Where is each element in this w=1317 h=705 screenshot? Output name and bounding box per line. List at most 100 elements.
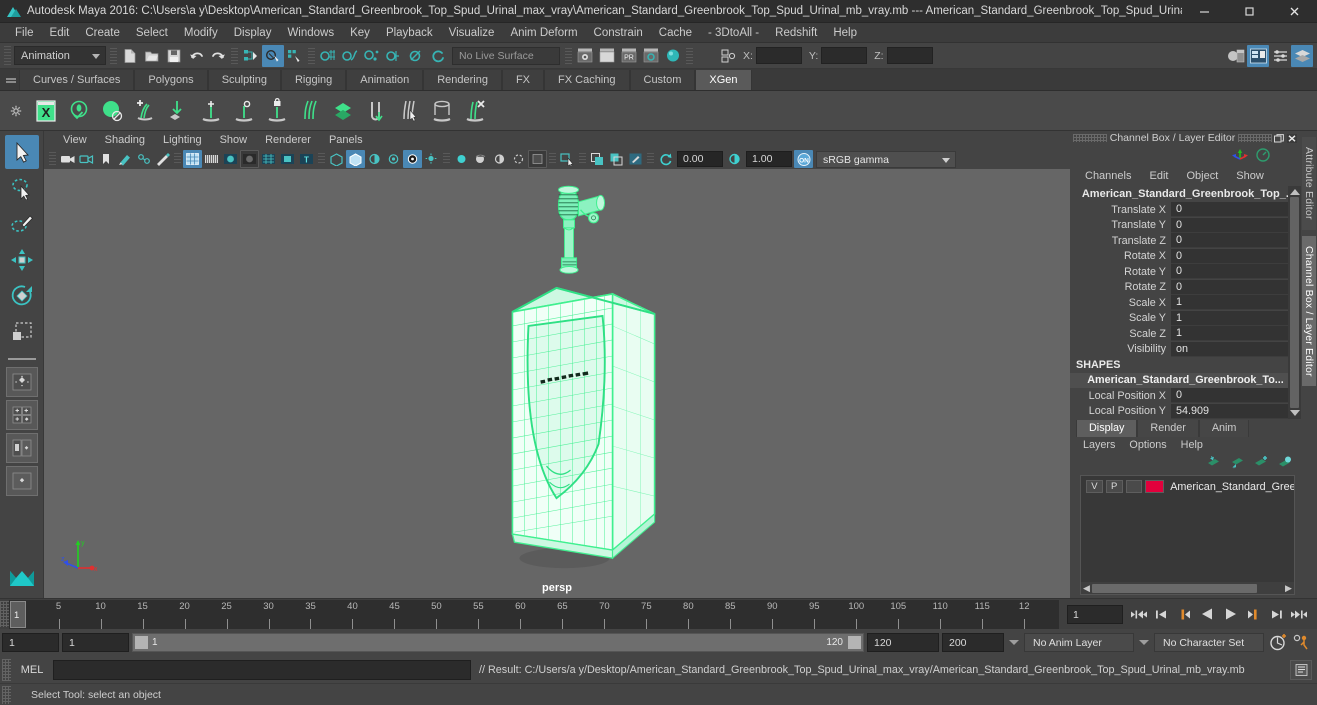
play-forwards-icon[interactable] — [1220, 604, 1241, 625]
menu-select[interactable]: Select — [128, 23, 176, 43]
grease-pencil-icon[interactable] — [626, 150, 645, 168]
select-by-object-type-icon[interactable] — [262, 44, 284, 67]
scale-tool[interactable] — [5, 315, 39, 349]
absolute-x-field[interactable] — [755, 47, 802, 64]
shelf-options-gear-icon[interactable] — [3, 91, 29, 131]
hypershade-icon[interactable] — [662, 45, 684, 67]
shape-node-name[interactable]: American_Standard_Greenbrook_To... — [1070, 372, 1301, 388]
close-icon[interactable] — [1272, 0, 1317, 23]
absolute-y-field[interactable] — [821, 47, 868, 64]
panel-menu-panels[interactable]: Panels — [320, 131, 372, 149]
range-handle-left[interactable] — [135, 636, 148, 649]
wireframe-on-shaded-icon[interactable] — [259, 150, 278, 168]
current-frame-field[interactable]: 1 — [1067, 604, 1123, 624]
snapshot-icon[interactable] — [607, 150, 626, 168]
close-panel-icon[interactable] — [1285, 132, 1298, 144]
layer-shading-toggle[interactable] — [1125, 480, 1143, 493]
attribute-row-scale-x[interactable]: Scale X 1 — [1070, 295, 1301, 311]
attribute-value[interactable]: on — [1171, 341, 1301, 357]
film-gate-icon[interactable] — [202, 150, 221, 168]
panel-menu-lighting[interactable]: Lighting — [154, 131, 211, 149]
layer-list-horizontal-scrollbar[interactable]: ◀ ▶ — [1081, 582, 1294, 594]
select-by-component-type-icon[interactable] — [284, 45, 306, 67]
tab-display[interactable]: Display — [1076, 420, 1138, 437]
attribute-row-local-position-y[interactable]: Local Position Y 54.909 — [1070, 403, 1301, 420]
tab-channel-box-layer-editor[interactable]: Channel Box / Layer Editor — [1302, 235, 1316, 387]
lighting-all-lights-icon[interactable] — [403, 150, 422, 168]
layer-menu-help[interactable]: Help — [1174, 437, 1210, 454]
layer-create-from-selected-icon[interactable] — [1277, 456, 1293, 472]
select-tool[interactable] — [4, 135, 39, 169]
single-perspective-layout[interactable] — [5, 367, 38, 397]
attribute-value[interactable]: 54.909 — [1171, 403, 1301, 419]
scroll-left-icon[interactable]: ◀ — [1081, 583, 1092, 594]
attribute-row-scale-y[interactable]: Scale Y 1 — [1070, 310, 1301, 327]
step-forward-keyframe-icon[interactable] — [1266, 604, 1287, 625]
layer-visibility-toggle[interactable]: V — [1086, 480, 1103, 493]
render-current-frame-icon[interactable] — [596, 45, 618, 67]
panel-menu-shading[interactable]: Shading — [96, 131, 154, 149]
attribute-row-rotate-x[interactable]: Rotate X 0 — [1070, 248, 1301, 265]
menu-create[interactable]: Create — [77, 23, 128, 43]
layer-row[interactable]: V P American_Standard_Gree — [1081, 479, 1294, 494]
xgen-import-icon[interactable] — [161, 94, 194, 128]
attribute-row-visibility[interactable]: Visibility on — [1070, 341, 1301, 358]
show-hide-modeling-toolkit-icon[interactable] — [1225, 45, 1247, 67]
shelf-tab-curves-surfaces[interactable]: Curves / Surfaces — [19, 70, 135, 90]
xgen-editor-icon[interactable]: X — [29, 94, 62, 128]
attribute-value[interactable]: 0 — [1171, 279, 1301, 295]
lighting-default-icon[interactable] — [384, 150, 403, 168]
menu-file[interactable]: File — [7, 23, 42, 43]
lasso-select-tool[interactable] — [5, 171, 39, 205]
layer-name[interactable]: American_Standard_Gree — [1170, 481, 1294, 493]
xray-display-icon[interactable] — [327, 150, 346, 168]
attribute-row-rotate-z[interactable]: Rotate Z 0 — [1070, 279, 1301, 296]
step-forward-frame-icon[interactable] — [1243, 604, 1264, 625]
color-management-toggle-icon[interactable]: ON — [794, 150, 813, 168]
xray-joints-icon[interactable] — [346, 150, 365, 168]
anim-layer-selector[interactable]: No Anim Layer — [1024, 633, 1134, 652]
anti-alias-icon[interactable] — [490, 150, 509, 168]
panel-drag-grip[interactable] — [1073, 134, 1107, 142]
minimize-icon[interactable] — [1182, 0, 1227, 23]
four-view-layout[interactable] — [5, 400, 38, 430]
bookmark-icon[interactable] — [96, 150, 115, 168]
attribute-value[interactable]: 0 — [1171, 248, 1301, 264]
gamma-field[interactable]: 1.00 — [746, 151, 792, 167]
input-output-connections-icon[interactable] — [717, 45, 739, 67]
hypergraph-persp-layout[interactable] — [5, 466, 38, 496]
menu-cache[interactable]: Cache — [651, 23, 700, 43]
shelf-grip[interactable] — [3, 68, 19, 90]
rotate-tool[interactable] — [5, 279, 39, 313]
attribute-row-translate-z[interactable]: Translate Z 0 — [1070, 233, 1301, 249]
attribute-row-translate-x[interactable]: Translate X 0 — [1070, 202, 1301, 218]
menu-redshift[interactable]: Redshift — [767, 23, 825, 43]
select-camera-icon[interactable] — [58, 150, 77, 168]
scroll-right-icon[interactable]: ▶ — [1283, 583, 1294, 594]
menu-anim-deform[interactable]: Anim Deform — [502, 23, 585, 43]
menu-windows[interactable]: Windows — [279, 23, 342, 43]
range-end-field[interactable]: 120 — [867, 633, 939, 652]
time-slider-track[interactable]: 1 5 10 15 20 25 30 35 40 45 50 55 60 65 70 75 80 85 90 95 1… — [9, 599, 1059, 629]
scrollbar-thumb[interactable] — [1092, 583, 1257, 593]
play-backwards-icon[interactable] — [1197, 604, 1218, 625]
save-scene-icon[interactable] — [163, 45, 185, 67]
shadows-icon[interactable] — [422, 150, 441, 168]
isolate-select-icon[interactable] — [153, 150, 172, 168]
wireframe-shading-icon[interactable] — [221, 150, 240, 168]
speed-dial-icon[interactable] — [1255, 147, 1271, 166]
depth-of-field-icon[interactable] — [528, 150, 547, 168]
attribute-row-scale-z[interactable]: Scale Z 1 — [1070, 326, 1301, 342]
undo-icon[interactable] — [185, 45, 207, 67]
select-by-hierarchy-icon[interactable] — [240, 45, 262, 67]
character-set-selector[interactable]: No Character Set — [1154, 633, 1264, 652]
shelf-tab-fx-caching[interactable]: FX Caching — [544, 70, 630, 90]
hide-selected-icon[interactable] — [134, 150, 153, 168]
channel-box-scrollbar[interactable] — [1288, 186, 1301, 419]
layer-color-swatch[interactable] — [1145, 480, 1165, 493]
shelf-tab-polygons[interactable]: Polygons — [134, 70, 208, 90]
xgen-sphere-icon[interactable] — [95, 94, 128, 128]
xgen-patch-icon[interactable] — [326, 94, 359, 128]
go-to-start-icon[interactable] — [1128, 604, 1149, 625]
xgen-delete-guide-icon[interactable] — [458, 94, 491, 128]
